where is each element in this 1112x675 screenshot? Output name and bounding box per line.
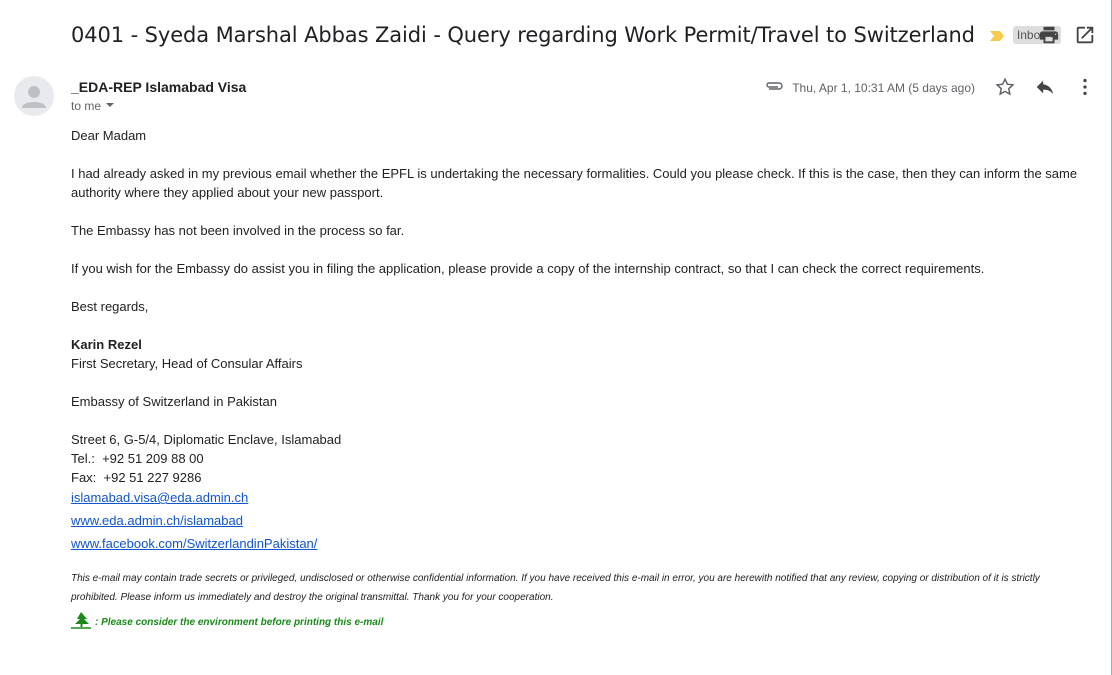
environment-text: : Please consider the environment before… bbox=[95, 617, 384, 628]
avatar-icon bbox=[22, 86, 46, 108]
signature-name: Karin Rezel bbox=[71, 337, 142, 352]
print-icon[interactable] bbox=[1038, 24, 1060, 46]
facebook-link[interactable]: www.facebook.com/SwitzerlandinPakistan/ bbox=[71, 533, 1081, 554]
body-paragraph-1: I had already asked in my previous email… bbox=[71, 166, 1078, 200]
body-paragraph-3: If you wish for the Embassy do assist yo… bbox=[71, 261, 985, 276]
chevron-down-icon bbox=[105, 99, 115, 113]
message-date: Thu, Apr 1, 10:31 AM (5 days ago) bbox=[792, 80, 975, 95]
recipient-details-toggle[interactable]: to me bbox=[71, 99, 115, 113]
signature-title: First Secretary, Head of Consular Affair… bbox=[71, 356, 303, 371]
signature-address: Street 6, G-5/4, Diplomatic Enclave, Isl… bbox=[71, 432, 342, 447]
email-subject: 0401 - Syeda Marshal Abbas Zaidi - Query… bbox=[71, 23, 975, 47]
star-icon[interactable] bbox=[994, 76, 1016, 98]
reply-icon[interactable] bbox=[1034, 76, 1056, 98]
message-meta: Thu, Apr 1, 10:31 AM (5 days ago) bbox=[764, 80, 975, 95]
attachment-icon bbox=[764, 80, 784, 95]
greeting: Dear Madam bbox=[71, 128, 147, 143]
signature-tel: Tel.: +92 51 209 88 00 bbox=[71, 451, 204, 466]
environment-notice: : Please consider the environment before… bbox=[71, 611, 383, 634]
confidentiality-disclaimer: This e-mail may contain trade secrets or… bbox=[71, 573, 1040, 603]
sender-name[interactable]: _EDA-REP Islamabad Visa bbox=[71, 79, 246, 95]
closing: Best regards, bbox=[71, 299, 149, 314]
label-importance-icon[interactable] bbox=[989, 29, 1005, 41]
open-in-new-window-icon[interactable] bbox=[1074, 24, 1096, 46]
message-body: Dear Madam I had already asked in my pre… bbox=[71, 126, 1081, 556]
subject-row: 0401 - Syeda Marshal Abbas Zaidi - Query… bbox=[71, 20, 1062, 50]
recipient-label: to me bbox=[71, 99, 102, 113]
signature-fax: Fax: +92 51 227 9286 bbox=[71, 470, 202, 485]
body-paragraph-2: The Embassy has not been involved in the… bbox=[71, 223, 405, 238]
signature-block: Karin Rezel First Secretary, Head of Con… bbox=[71, 335, 1081, 554]
tree-icon bbox=[71, 611, 93, 634]
sender-avatar[interactable] bbox=[14, 76, 54, 116]
more-vert-icon[interactable] bbox=[1074, 76, 1096, 98]
signature-org: Embassy of Switzerland in Pakistan bbox=[71, 394, 277, 409]
email-link[interactable]: islamabad.visa@eda.admin.ch bbox=[71, 487, 1081, 508]
website-link[interactable]: www.eda.admin.ch/islamabad bbox=[71, 510, 1081, 531]
